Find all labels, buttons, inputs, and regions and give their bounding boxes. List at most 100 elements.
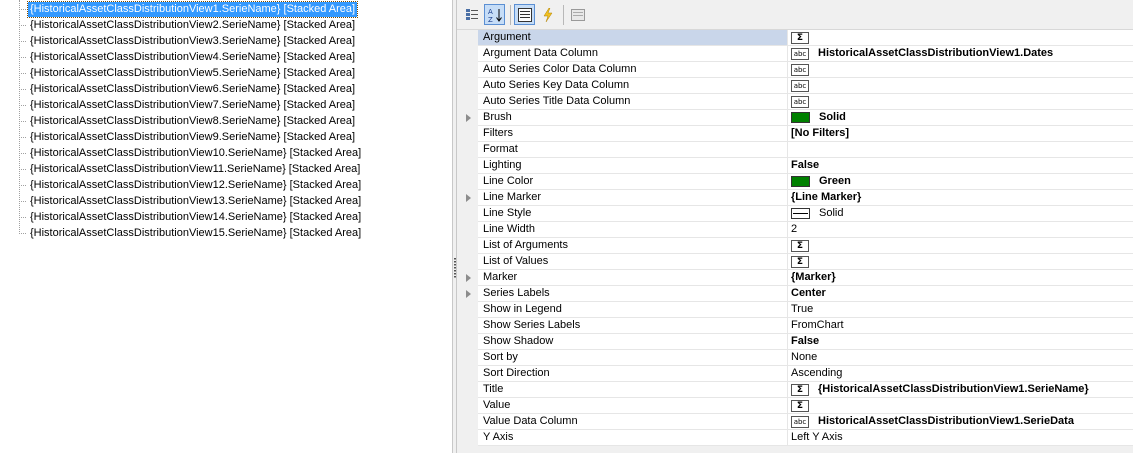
property-row[interactable]: Argument Σ — [457, 30, 1133, 46]
property-value[interactable]: 2 — [788, 222, 1133, 238]
tree-node-series[interactable]: {HistoricalAssetClassDistributionView10.… — [19, 145, 363, 161]
property-name[interactable]: Sort Direction — [478, 366, 788, 382]
property-name[interactable]: Auto Series Title Data Column — [478, 94, 788, 110]
property-name[interactable]: Sort by — [478, 350, 788, 366]
property-name[interactable]: Line Color — [478, 174, 788, 190]
property-value[interactable] — [788, 142, 1133, 158]
row-gutter[interactable] — [457, 190, 478, 206]
tree-node-series[interactable]: {HistoricalAssetClassDistributionView13.… — [19, 193, 363, 209]
property-name[interactable]: Show Series Labels — [478, 318, 788, 334]
property-value[interactable]: abc HistoricalAssetClassDistributionView1… — [788, 46, 1133, 62]
property-row[interactable]: Auto Series Color Data Column abc — [457, 62, 1133, 78]
property-name[interactable]: Format — [478, 142, 788, 158]
property-value[interactable]: abc — [788, 78, 1133, 94]
tree-node-series[interactable]: {HistoricalAssetClassDistributionView2.S… — [19, 17, 357, 33]
property-value[interactable]: Solid — [788, 206, 1133, 222]
property-name[interactable]: Auto Series Key Data Column — [478, 78, 788, 94]
property-row[interactable]: List of Values Σ — [457, 254, 1133, 270]
property-value[interactable]: False — [788, 334, 1133, 350]
tree-node-series[interactable]: {HistoricalAssetClassDistributionView8.S… — [19, 113, 357, 129]
row-gutter[interactable] — [457, 270, 478, 286]
tree-node-series[interactable]: {HistoricalAssetClassDistributionView5.S… — [19, 65, 357, 81]
property-value[interactable]: abc — [788, 94, 1133, 110]
tree-node-series[interactable]: {HistoricalAssetClassDistributionView6.S… — [19, 81, 357, 97]
property-value[interactable]: Solid — [788, 110, 1133, 126]
property-row[interactable]: Lighting False — [457, 158, 1133, 174]
property-row[interactable]: Show in Legend True — [457, 302, 1133, 318]
categorized-button[interactable] — [461, 4, 482, 25]
property-row[interactable]: Line Color Green — [457, 174, 1133, 190]
property-value[interactable]: Σ — [788, 398, 1133, 414]
tree-node-series[interactable]: {HistoricalAssetClassDistributionView1.S… — [19, 0, 359, 18]
property-row[interactable]: Sort Direction Ascending — [457, 366, 1133, 382]
property-value[interactable]: None — [788, 350, 1133, 366]
property-name[interactable]: List of Arguments — [478, 238, 788, 254]
property-value[interactable]: Ascending — [788, 366, 1133, 382]
property-row[interactable]: Show Series Labels FromChart — [457, 318, 1133, 334]
row-gutter[interactable] — [457, 286, 478, 302]
sort-alphabetical-button[interactable]: A Z — [484, 4, 505, 25]
property-row[interactable]: Line Marker {Line Marker} — [457, 190, 1133, 206]
property-row[interactable]: Line Style Solid — [457, 206, 1133, 222]
property-row[interactable]: Format — [457, 142, 1133, 158]
property-row[interactable]: Sort by None — [457, 350, 1133, 366]
property-row[interactable]: Value Data Column abc HistoricalAssetClass… — [457, 414, 1133, 430]
property-name[interactable]: Value — [478, 398, 788, 414]
property-name[interactable]: Series Labels — [478, 286, 788, 302]
expand-arrow-icon[interactable] — [466, 290, 471, 298]
property-row[interactable]: Show Shadow False — [457, 334, 1133, 350]
property-value[interactable]: True — [788, 302, 1133, 318]
property-row[interactable]: Brush Solid — [457, 110, 1133, 126]
property-name[interactable]: Argument Data Column — [478, 46, 788, 62]
property-row[interactable]: Marker {Marker} — [457, 270, 1133, 286]
property-value[interactable]: [No Filters] — [788, 126, 1133, 142]
property-name[interactable]: Show Shadow — [478, 334, 788, 350]
property-name[interactable]: Y Axis — [478, 430, 788, 446]
property-value[interactable]: abc — [788, 62, 1133, 78]
property-row[interactable]: Value Σ — [457, 398, 1133, 414]
property-row[interactable]: Auto Series Title Data Column abc — [457, 94, 1133, 110]
property-name[interactable]: Marker — [478, 270, 788, 286]
expand-arrow-icon[interactable] — [466, 274, 471, 282]
properties-button[interactable] — [514, 4, 535, 25]
property-name[interactable]: Line Marker — [478, 190, 788, 206]
tree-node-series[interactable]: {HistoricalAssetClassDistributionView15.… — [19, 225, 363, 241]
tree-node-series[interactable]: {HistoricalAssetClassDistributionView3.S… — [19, 33, 357, 49]
property-value[interactable]: False — [788, 158, 1133, 174]
tree-node-series[interactable]: {HistoricalAssetClassDistributionView14.… — [19, 209, 363, 225]
series-tree[interactable]: {HistoricalAssetClassDistributionView1.S… — [0, 0, 452, 453]
tree-node-series[interactable]: {HistoricalAssetClassDistributionView9.S… — [19, 129, 357, 145]
property-row[interactable]: Line Width 2 — [457, 222, 1133, 238]
property-name[interactable]: List of Values — [478, 254, 788, 270]
tree-node-series[interactable]: {HistoricalAssetClassDistributionView7.S… — [19, 97, 357, 113]
property-value[interactable]: {Marker} — [788, 270, 1133, 286]
property-name[interactable]: Title — [478, 382, 788, 398]
property-row[interactable]: Filters [No Filters] — [457, 126, 1133, 142]
property-name[interactable]: Auto Series Color Data Column — [478, 62, 788, 78]
property-name[interactable]: Show in Legend — [478, 302, 788, 318]
property-value[interactable]: Green — [788, 174, 1133, 190]
property-name[interactable]: Line Width — [478, 222, 788, 238]
property-row[interactable]: Y Axis Left Y Axis — [457, 430, 1133, 446]
expand-arrow-icon[interactable] — [466, 114, 471, 122]
property-row[interactable]: Title Σ {HistoricalAssetClassDistributionV… — [457, 382, 1133, 398]
property-row[interactable]: Argument Data Column abc HistoricalAssetCl… — [457, 46, 1133, 62]
property-name[interactable]: Argument — [478, 30, 788, 46]
property-value[interactable]: {Line Marker} — [788, 190, 1133, 206]
property-name[interactable]: Lighting — [478, 158, 788, 174]
tree-node-series[interactable]: {HistoricalAssetClassDistributionView4.S… — [19, 49, 357, 65]
property-value[interactable]: Left Y Axis — [788, 430, 1133, 446]
tree-node-series[interactable]: {HistoricalAssetClassDistributionView11.… — [19, 161, 362, 177]
tree-node-series[interactable]: {HistoricalAssetClassDistributionView12.… — [19, 177, 363, 193]
property-name[interactable]: Line Style — [478, 206, 788, 222]
property-value[interactable]: FromChart — [788, 318, 1133, 334]
property-value[interactable]: Σ {HistoricalAssetClassDistributionView1.… — [788, 382, 1133, 398]
row-gutter[interactable] — [457, 110, 478, 126]
property-name[interactable]: Filters — [478, 126, 788, 142]
property-name[interactable]: Value Data Column — [478, 414, 788, 430]
property-name[interactable]: Brush — [478, 110, 788, 126]
property-row[interactable]: Auto Series Key Data Column abc — [457, 78, 1133, 94]
property-value[interactable]: Center — [788, 286, 1133, 302]
events-button[interactable] — [537, 4, 558, 25]
property-value[interactable]: Σ — [788, 30, 1133, 46]
